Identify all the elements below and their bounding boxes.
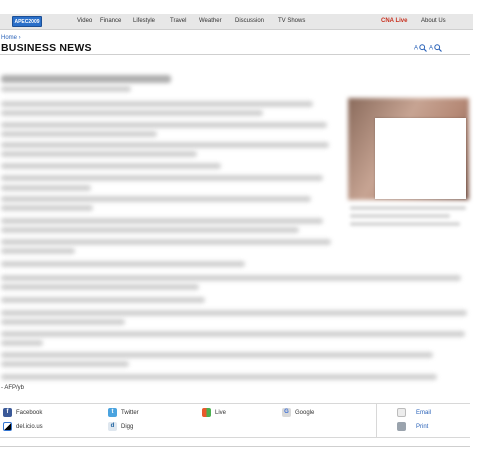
text-line [1,310,467,316]
photo-overlay-box [375,118,466,199]
text-line [1,110,263,116]
text-line [1,185,91,191]
text-line [1,248,75,254]
text-line [1,331,465,337]
share-digg-label: Digg [121,423,134,430]
nav-tv-shows[interactable]: TV Shows [278,14,305,29]
article-headline [1,75,171,83]
text-line [1,340,43,346]
text-line [1,284,199,290]
nav-video[interactable]: Video [77,14,92,29]
article-meta [1,86,131,92]
text-line [1,297,205,303]
text-line [1,374,437,380]
text-line [1,175,323,181]
text-line [1,122,327,128]
text-line [1,205,93,211]
text-line [1,275,461,281]
share-print-label: Print [416,423,429,430]
share-divider [376,404,377,437]
font-small-label: A [414,45,418,52]
photo-caption-line [350,206,466,210]
share-digg[interactable]: d Digg [108,422,133,431]
text-line [1,218,323,224]
google-icon: G [282,408,291,417]
text-line [1,163,221,169]
text-line [1,131,157,137]
breadcrumb[interactable]: Home › [1,35,21,41]
print-icon [397,422,406,431]
article-credit: - AFP/yb [1,385,25,391]
delicious-icon [3,422,12,431]
windows-live-icon [202,408,211,417]
text-line [1,319,125,325]
nav-cna-live[interactable]: CNA Live [381,14,407,29]
apec-logo[interactable]: APEC2009 [12,16,42,27]
text-line [1,361,129,367]
share-facebook[interactable]: f Facebook [3,408,42,417]
share-delicious-label: del.icio.us [16,423,43,430]
nav-lifestyle[interactable]: Lifestyle [133,14,155,29]
share-email-label: Email [416,409,432,416]
text-line [1,151,197,157]
text-line [1,227,299,233]
email-icon [397,408,406,417]
twitter-icon: t [108,408,117,417]
text-line [1,101,313,107]
share-live[interactable]: Live [202,408,226,417]
nav-discussion[interactable]: Discussion [235,14,264,29]
text-line [1,352,433,358]
share-bar: f Facebook t Twitter Live G Google Email… [0,403,470,438]
share-print[interactable]: Print [397,422,428,431]
share-twitter[interactable]: t Twitter [108,408,139,417]
text-line [1,261,245,267]
share-twitter-label: Twitter [121,409,139,416]
zoom-out-icon [419,44,428,52]
nav-weather[interactable]: Weather [199,14,222,29]
font-decrease-control[interactable]: A [414,44,428,52]
photo-caption-line [350,222,460,226]
nav-travel[interactable]: Travel [170,14,186,29]
text-line [1,239,331,245]
photo-caption-line [350,214,450,218]
share-delicious[interactable]: del.icio.us [3,422,43,431]
title-divider [0,54,470,55]
share-facebook-label: Facebook [16,409,43,416]
share-google-label: Google [295,409,315,416]
page-title: BUSINESS NEWS [1,42,92,54]
font-large-label: A [429,45,433,52]
share-email[interactable]: Email [397,408,431,417]
zoom-in-icon [434,44,443,52]
text-line [1,142,329,148]
share-google[interactable]: G Google [282,408,314,417]
footer-divider [0,446,470,447]
top-nav: APEC2009 Video Finance Lifestyle Travel … [0,14,473,30]
digg-icon: d [108,422,117,431]
nav-finance[interactable]: Finance [100,14,121,29]
facebook-icon: f [3,408,12,417]
nav-about-us[interactable]: About Us [421,14,446,29]
text-line [1,196,311,202]
share-live-label: Live [215,409,227,416]
font-increase-control[interactable]: A [429,44,443,52]
